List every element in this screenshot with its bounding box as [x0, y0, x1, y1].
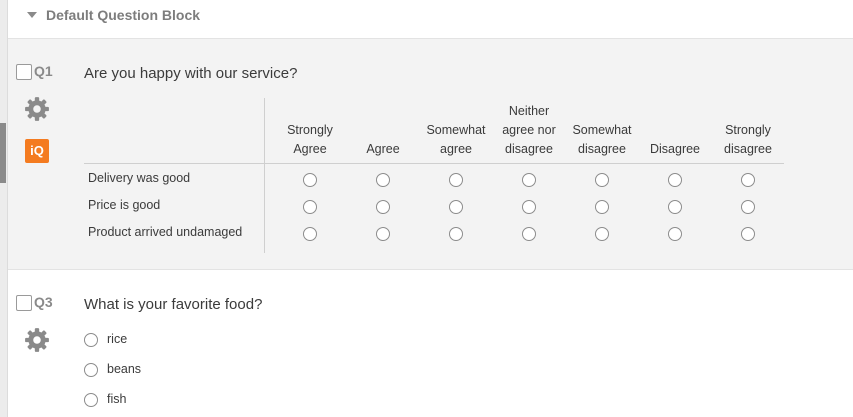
q3-select-checkbox[interactable]	[16, 295, 32, 311]
radio-fish[interactable]	[84, 393, 98, 407]
row-label-delivery: Delivery was good	[88, 171, 191, 185]
q1-question-text: Are you happy with our service?	[84, 65, 298, 82]
col-header-agree: Agree	[366, 142, 400, 156]
radio-undamaged-strongly-agree[interactable]	[303, 227, 317, 241]
iq-icon[interactable]: iQ	[25, 139, 49, 163]
gear-icon[interactable]	[24, 96, 50, 122]
radio-price-somewhat-disagree[interactable]	[595, 200, 609, 214]
radio-undamaged-strongly-disagree[interactable]	[741, 227, 755, 241]
radio-price-strongly-agree[interactable]	[303, 200, 317, 214]
matrix-vertical-divider	[264, 98, 265, 253]
radio-undamaged-somewhat-disagree[interactable]	[595, 227, 609, 241]
q1-select-checkbox[interactable]	[16, 64, 32, 80]
choice-label-beans: beans	[107, 362, 142, 376]
left-rail	[0, 0, 8, 417]
col-header-neither: Neither agree nor disagree	[502, 104, 556, 156]
radio-price-agree[interactable]	[376, 200, 390, 214]
radio-delivery-neither[interactable]	[522, 173, 536, 187]
radio-delivery-strongly-disagree[interactable]	[741, 173, 755, 187]
q3-question-text: What is your favorite food?	[84, 296, 263, 313]
choice-label-rice: rice	[107, 332, 128, 346]
col-header-strongly-disagree: Strongly disagree	[724, 123, 772, 156]
radio-price-neither[interactable]	[522, 200, 536, 214]
q3-id: Q3	[34, 294, 53, 310]
radio-delivery-somewhat-agree[interactable]	[449, 173, 463, 187]
radio-delivery-agree[interactable]	[376, 173, 390, 187]
matrix-table: Strongly Agree Agree Somewhat agree Neithe…	[84, 95, 794, 255]
choice-label-fish: fish	[107, 392, 127, 406]
block-title: Default Question Block	[46, 7, 201, 23]
radio-price-strongly-disagree[interactable]	[741, 200, 755, 214]
question-q1[interactable]: Q1 iQ Are you happy with our service? St…	[8, 39, 853, 270]
question-q3[interactable]: Q3 What is your favorite food? rice bean…	[8, 270, 853, 417]
radio-undamaged-neither[interactable]	[522, 227, 536, 241]
row-label-price: Price is good	[88, 198, 161, 212]
radio-undamaged-disagree[interactable]	[668, 227, 682, 241]
radio-undamaged-agree[interactable]	[376, 227, 390, 241]
radio-beans[interactable]	[84, 363, 98, 377]
radio-rice[interactable]	[84, 333, 98, 347]
block-header[interactable]: Default Question Block	[8, 0, 853, 39]
radio-price-somewhat-agree[interactable]	[449, 200, 463, 214]
gear-icon[interactable]	[24, 327, 50, 353]
radio-delivery-strongly-agree[interactable]	[303, 173, 317, 187]
q1-id: Q1	[34, 63, 53, 79]
row-label-undamaged: Product arrived undamaged	[88, 225, 243, 239]
col-header-somewhat-agree: Somewhat agree	[426, 123, 486, 156]
matrix-header-divider	[84, 163, 784, 164]
side-panel-handle[interactable]	[0, 123, 6, 183]
radio-delivery-disagree[interactable]	[668, 173, 682, 187]
radio-undamaged-somewhat-agree[interactable]	[449, 227, 463, 241]
caret-down-icon[interactable]	[27, 12, 37, 18]
col-header-disagree: Disagree	[649, 142, 701, 156]
radio-price-disagree[interactable]	[668, 200, 682, 214]
col-header-strongly-agree: Strongly Agree	[287, 123, 333, 156]
col-header-somewhat-disagree: Somewhat disagree	[572, 123, 632, 156]
radio-delivery-somewhat-disagree[interactable]	[595, 173, 609, 187]
